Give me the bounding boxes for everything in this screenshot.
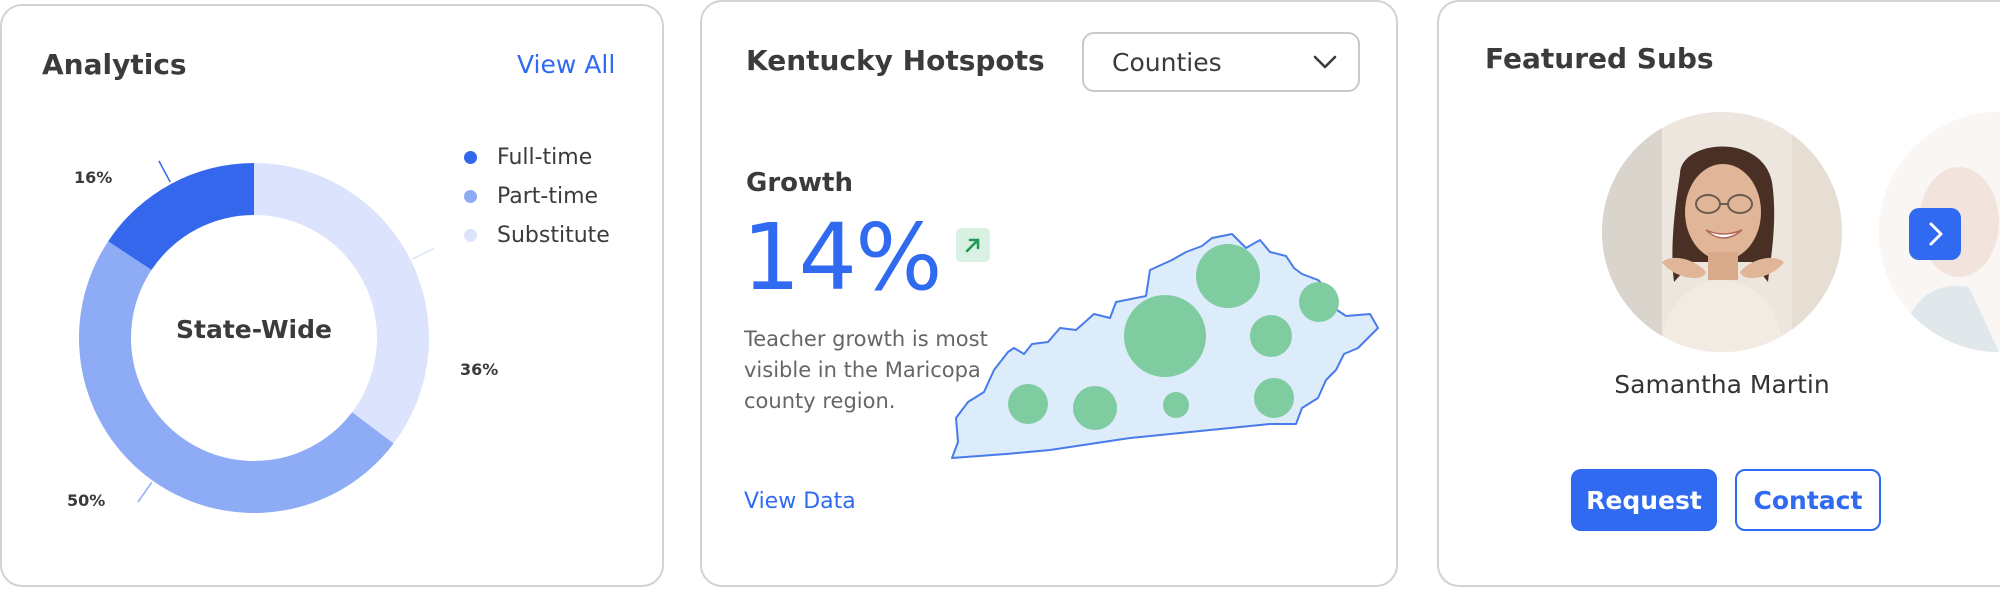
next-sub-button[interactable] [1909,208,1961,260]
hotspots-title: Kentucky Hotspots [746,44,1045,77]
dropdown-value: Counties [1112,48,1222,77]
hotspot-bubble [1254,378,1294,418]
profile-photo [1602,112,1842,352]
legend-dot-icon [464,151,477,164]
donut-slice-full-time [108,163,254,271]
featured-subs-card: Featured Subs Samantha Martin Request Co… [1437,0,2000,587]
region-dropdown[interactable]: Counties [1082,32,1360,92]
contact-button[interactable]: Contact [1735,469,1881,531]
leader-line-substitute [412,247,435,260]
pct-label-substitute: 36% [460,360,499,379]
donut-slice-substitute [254,163,430,444]
hotspot-bubble [1124,295,1206,377]
chevron-down-icon [1313,55,1337,69]
donut-center-label: State-Wide [176,315,332,344]
hotspot-bubble [1250,315,1292,357]
leader-line-full-time [158,160,171,183]
hotspot-bubble [1008,384,1048,424]
leader-line-part-time [137,482,153,503]
legend-label: Part-time [497,184,599,209]
hotspot-bubble [1196,244,1260,308]
legend-dot-icon [464,190,477,203]
featured-subs-title: Featured Subs [1485,42,1714,75]
sub-name: Samantha Martin [1614,370,1830,399]
view-data-link[interactable]: View Data [744,489,856,514]
kentucky-hotspots-card: Kentucky Hotspots Counties Growth 14% Te… [700,0,1398,587]
pct-label-part-time: 50% [67,491,106,510]
legend-item-part-time: Part-time [464,184,598,209]
hotspot-bubble [1073,386,1117,430]
kentucky-map [951,233,1379,459]
analytics-card: Analytics View All State-Wide 16% 36% 50… [0,4,664,587]
hotspot-bubble [1163,392,1189,418]
donut-slice-part-time [79,241,394,513]
legend-item-full-time: Full-time [464,145,592,170]
growth-value: 14% [742,204,942,311]
legend-label: Full-time [497,145,593,170]
chevron-right-icon [1929,222,1943,246]
hotspot-bubble [1299,282,1339,322]
request-button[interactable]: Request [1571,469,1717,531]
growth-label: Growth [746,168,853,198]
avatar[interactable] [1602,112,1842,352]
legend-item-substitute: Substitute [464,223,610,248]
legend-label: Substitute [497,223,610,248]
pct-label-full-time: 16% [74,168,113,187]
legend-dot-icon [464,229,477,242]
